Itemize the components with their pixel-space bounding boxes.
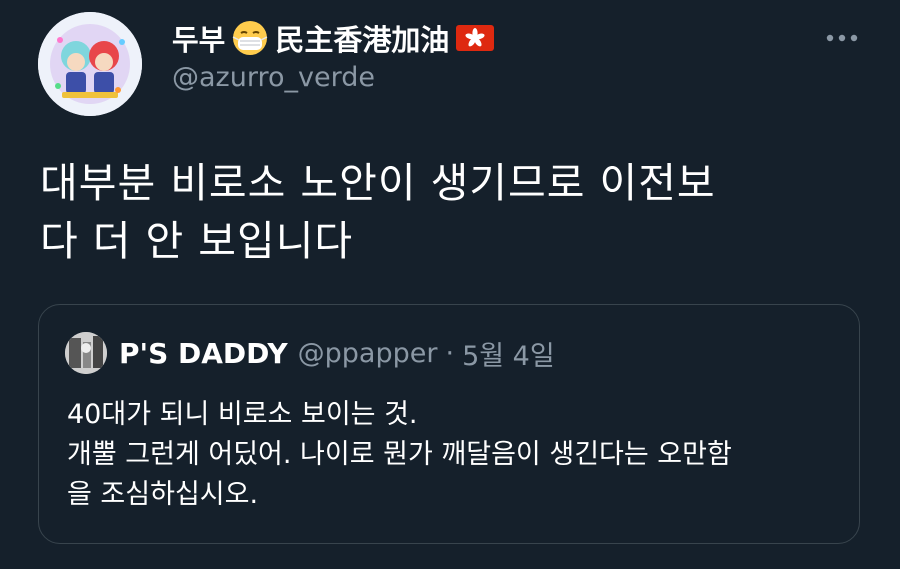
author-display-name-suffix[interactable]: 民主香港加油 [275, 17, 449, 59]
quoted-text-line: 을 조심하십시오. [67, 479, 259, 510]
quoted-author-name: P'S DADDY [119, 336, 288, 370]
quoted-tweet-date: 5월 4일 [462, 340, 555, 372]
avatar-illustration [38, 12, 142, 116]
tweet-text-line: 대부분 비로소 노안이 생기므로 이전보 [40, 159, 716, 207]
more-options-button[interactable] [820, 24, 864, 52]
quoted-author-handle: @ppapper [297, 337, 438, 369]
quoted-text-line: 40대가 되니 비로소 보이는 것. [67, 399, 418, 430]
author-handle[interactable]: @azurro_verde [172, 62, 375, 93]
author-name-row[interactable]: 두부 民主香港加油 [172, 16, 495, 60]
quoted-tweet-header: P'S DADDY @ppapper · 5월 4일 [65, 331, 555, 375]
author-avatar[interactable] [38, 12, 142, 116]
quoted-tweet-text: 40대가 되니 비로소 보이는 것. 개뿔 그런게 어딨어. 나이로 뭔가 깨달… [67, 395, 847, 515]
tweet-text: 대부분 비로소 노안이 생기므로 이전보 다 더 안 보입니다 [40, 154, 860, 270]
face-with-medical-mask-icon [231, 19, 269, 57]
quoted-text-line: 개뿔 그런게 어딨어. 나이로 뭔가 깨달음이 생긴다는 오만함 [67, 439, 732, 470]
author-display-name[interactable]: 두부 [172, 17, 225, 59]
tweet-text-line: 다 더 안 보입니다 [40, 217, 354, 265]
quoted-tweet-card[interactable]: P'S DADDY @ppapper · 5월 4일 40대가 되니 비로소 보… [38, 304, 860, 544]
hong-kong-flag-icon [455, 23, 495, 53]
quoted-author-avatar [65, 332, 107, 374]
header-separator: · [445, 337, 455, 369]
tweet-detail: 두부 民主香港加油 @azurro_verde 대부분 비로소 노안이 생기므로… [0, 0, 900, 569]
more-dots-icon [826, 34, 858, 42]
